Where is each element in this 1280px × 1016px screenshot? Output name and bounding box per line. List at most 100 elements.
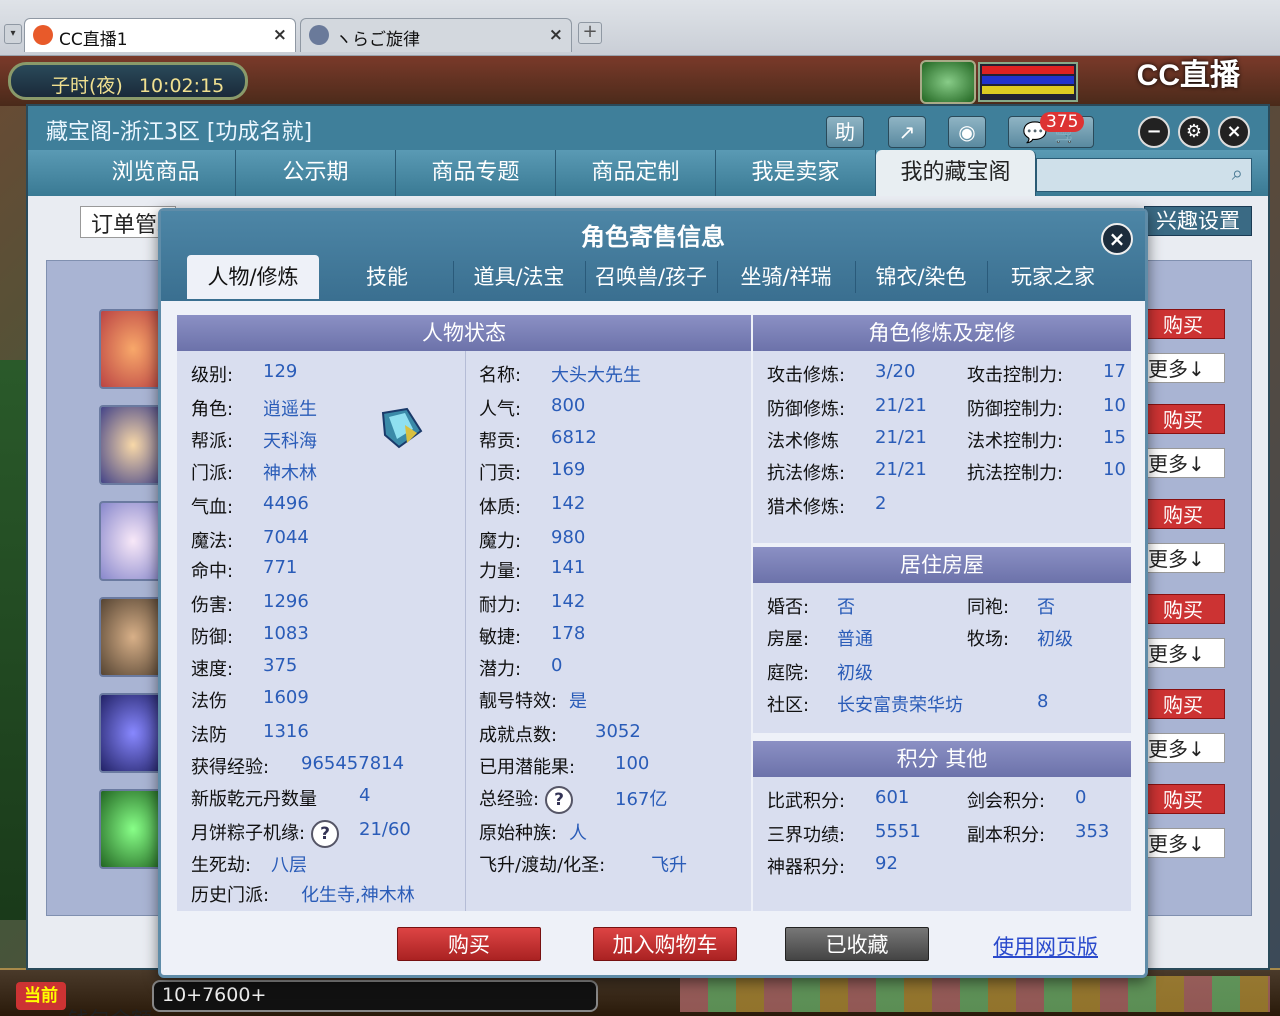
- store-search-input[interactable]: ⌕: [1036, 158, 1252, 192]
- stat-row: 获得经验:: [191, 753, 269, 779]
- stat-label: 防御:: [191, 627, 234, 648]
- stat-label: 庭院:: [767, 663, 810, 684]
- more-button[interactable]: 更多↓: [1141, 353, 1225, 383]
- tab-home[interactable]: 玩家之家: [987, 255, 1119, 299]
- stat-value: 3/20: [875, 361, 916, 382]
- record-icon[interactable]: ◉: [948, 116, 986, 148]
- listing-avatar[interactable]: [99, 501, 167, 581]
- help-icon[interactable]: ?: [545, 786, 574, 814]
- stat-label: 神器积分:: [767, 857, 846, 878]
- more-button[interactable]: 更多↓: [1141, 638, 1225, 668]
- stat-row: 成就点数:: [479, 721, 557, 747]
- stat-label: 法防: [191, 725, 227, 746]
- stat-row: 新版乾元丹数量: [191, 785, 317, 811]
- stat-label: 抗法控制力:: [967, 463, 1064, 484]
- stat-row: 敏捷:: [479, 623, 521, 649]
- listing-avatar[interactable]: [99, 309, 167, 389]
- buy-button[interactable]: 购买: [1141, 309, 1225, 339]
- clock-time: 10:02:15: [138, 75, 225, 97]
- close-icon[interactable]: ×: [1101, 223, 1133, 255]
- gear-icon[interactable]: ⚙: [1178, 116, 1210, 148]
- stat-label: 副本积分:: [967, 825, 1046, 846]
- stat-row: 比武积分:: [767, 787, 845, 813]
- listing-avatar[interactable]: [99, 597, 167, 677]
- browser-tab-1[interactable]: CC直播1 ×: [24, 18, 296, 52]
- interest-settings-button[interactable]: 兴趣设置: [1144, 206, 1252, 236]
- stat-row: 剑会积分:: [967, 787, 1045, 813]
- stat-label: 命中:: [191, 561, 234, 582]
- nav-public[interactable]: 公示期: [236, 150, 396, 196]
- stat-value: 神木林: [263, 463, 317, 484]
- stat-row: 飞升/渡劫/化圣:: [479, 851, 605, 877]
- more-button[interactable]: 更多↓: [1141, 543, 1225, 573]
- minimize-icon[interactable]: −: [1138, 116, 1170, 148]
- stat-label: 气血:: [191, 497, 234, 518]
- stat-value: 15: [1103, 427, 1126, 448]
- browser-tab-2[interactable]: ヽらご旋律 ×: [300, 18, 572, 52]
- tab-pets[interactable]: 召唤兽/孩子: [585, 255, 717, 299]
- buy-button[interactable]: 购买: [1141, 499, 1225, 529]
- search-icon[interactable]: ⌕: [1232, 161, 1243, 185]
- close-tab-icon[interactable]: ×: [273, 25, 287, 45]
- listing-avatar[interactable]: [99, 789, 167, 869]
- new-tab-button[interactable]: +: [578, 22, 602, 44]
- buy-button[interactable]: 购买: [1141, 689, 1225, 719]
- tab-label: CC直播1: [59, 30, 128, 50]
- help-button[interactable]: 助: [826, 116, 864, 148]
- stat-value: 4496: [263, 493, 309, 514]
- more-button[interactable]: 更多↓: [1141, 828, 1225, 858]
- listing-avatar[interactable]: [99, 405, 167, 485]
- section-title: 积分 其他: [753, 741, 1131, 777]
- buy-button[interactable]: 购买: [397, 927, 541, 961]
- stat-value: 大头大先生: [551, 365, 641, 386]
- listing-avatar[interactable]: [99, 693, 167, 773]
- tab-mounts[interactable]: 坐骑/祥瑞: [717, 255, 855, 299]
- tab-skills[interactable]: 技能: [321, 255, 453, 299]
- game-shortcut-icons[interactable]: [680, 976, 1270, 1012]
- close-icon[interactable]: ×: [1218, 116, 1250, 148]
- current-channel-button[interactable]: 当前: [16, 982, 66, 1010]
- stat-value: 8: [1037, 691, 1049, 712]
- nav-my-store[interactable]: 我的藏宝阁: [876, 150, 1036, 196]
- stat-row: 历史门派:: [191, 881, 269, 907]
- house-section: 居住房屋 婚否: 否同袍: 否房屋: 普通 牧场: 初级 庭院: 初级 社区: 长安富贵荣华坊 8: [753, 547, 1131, 733]
- tab-menu-button[interactable]: ▾: [4, 24, 22, 44]
- use-web-version-link[interactable]: 使用网页版: [993, 931, 1098, 961]
- tab-outfits[interactable]: 锦衣/染色: [855, 255, 987, 299]
- stat-label: 法术控制力:: [967, 431, 1064, 452]
- nav-browse[interactable]: 浏览商品: [76, 150, 236, 196]
- buy-button[interactable]: 购买: [1141, 404, 1225, 434]
- stat-row: 防御修炼:: [767, 395, 845, 421]
- more-button[interactable]: 更多↓: [1141, 448, 1225, 478]
- nav-topics[interactable]: 商品专题: [396, 150, 556, 196]
- dialog-header: 角色寄售信息 × 人物/修炼 技能 道具/法宝 召唤兽/孩子 坐骑/祥瑞 锦衣/…: [161, 211, 1145, 301]
- help-icon[interactable]: ?: [311, 820, 340, 848]
- stat-value: 天科海: [263, 431, 317, 452]
- buy-button[interactable]: 购买: [1141, 784, 1225, 814]
- browser-tab-strip: ▾ CC直播1 × ヽらご旋律 × +: [0, 0, 1280, 56]
- tab-character[interactable]: 人物/修炼: [187, 255, 319, 299]
- pet-avatar-icon[interactable]: [920, 60, 976, 104]
- character-status-section: 人物状态 级别: 129 角色: 逍遥生 帮派: 天科海 门派: 神木林 气血: 4496 魔法: 7…: [177, 315, 751, 911]
- stat-row: 月饼粽子机缘:?: [191, 819, 340, 848]
- stat-row: 庭院:: [767, 659, 809, 685]
- share-icon[interactable]: ↗: [888, 116, 926, 148]
- clock-period: 子时(夜): [51, 75, 123, 97]
- tab-items[interactable]: 道具/法宝: [453, 255, 585, 299]
- add-to-cart-button[interactable]: 加入购物车: [593, 927, 737, 961]
- stat-label: 飞升/渡劫/化圣:: [479, 855, 606, 876]
- stat-row: 级别:: [191, 361, 233, 387]
- mp-bar: [982, 76, 1074, 84]
- buy-button[interactable]: 购买: [1141, 594, 1225, 624]
- stat-label: 防御控制力:: [967, 399, 1064, 420]
- stat-label: 猎术修炼:: [767, 497, 846, 518]
- nav-seller[interactable]: 我是卖家: [716, 150, 876, 196]
- more-button[interactable]: 更多↓: [1141, 733, 1225, 763]
- stat-value: 1609: [263, 687, 309, 708]
- avatar-tab-icon: [309, 25, 329, 45]
- chat-input[interactable]: 10+7600+: [152, 980, 598, 1012]
- nav-custom[interactable]: 商品定制: [556, 150, 716, 196]
- favorited-button[interactable]: 已收藏: [785, 927, 929, 961]
- close-tab-icon[interactable]: ×: [549, 25, 563, 45]
- stat-value: 长安富贵荣华坊: [837, 695, 963, 716]
